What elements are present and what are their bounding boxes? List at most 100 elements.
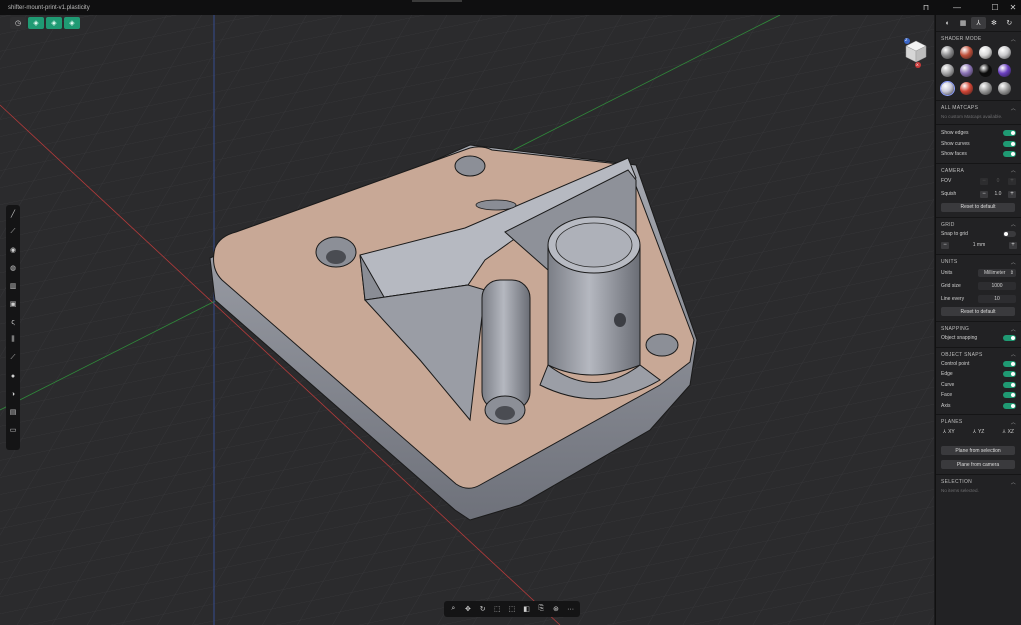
close-button[interactable]: ✕ (1005, 0, 1021, 15)
move-icon[interactable]: ✥ (462, 604, 473, 615)
plane-xy-button[interactable]: ⅄ XY (943, 429, 955, 435)
refresh-icon[interactable]: ↻ (1002, 17, 1017, 29)
matcap-swatch[interactable] (960, 82, 973, 95)
fov-decrement-button[interactable]: − (980, 177, 988, 185)
matcap-swatch[interactable] (941, 64, 954, 77)
display-section: Show edges Show curves Show faces (936, 124, 1021, 163)
extrude-icon[interactable]: ▥ (8, 279, 18, 293)
matcap-swatch[interactable] (941, 46, 954, 59)
settings-icon[interactable]: ✻ (986, 17, 1001, 29)
grid-increment-button[interactable]: + (1009, 241, 1017, 249)
plane-xz-button[interactable]: ⅄ XZ (1003, 429, 1014, 435)
all-matcaps-section: ALL MATCAPS ︿ No custom Matcaps available… (936, 100, 1021, 124)
viewport[interactable] (0, 15, 934, 625)
drag-handle[interactable] (412, 0, 462, 2)
section-title: SNAPPING (941, 326, 970, 332)
plane-from-camera-button[interactable]: Plane from camera (941, 460, 1015, 469)
spiral-icon[interactable]: ς (8, 315, 18, 329)
top-left-toolbar: ◷ ◈ ◈ ◈ (10, 17, 80, 29)
mirror-icon[interactable]: ⫼ (8, 333, 18, 347)
section-title: GRID (941, 221, 955, 228)
rotate-icon[interactable]: ↻ (477, 604, 488, 615)
squish-decrement-button[interactable]: − (980, 190, 988, 198)
line-icon[interactable]: ╱ (8, 207, 18, 221)
sphere-icon[interactable]: ◍ (8, 261, 18, 275)
show-curves-toggle[interactable] (1003, 140, 1016, 147)
line-every-input[interactable]: 10 (978, 294, 1016, 303)
chevron-up-icon[interactable]: ︿ (1011, 36, 1016, 43)
matcap-swatch[interactable] (998, 82, 1011, 95)
squish-increment-button[interactable]: + (1008, 190, 1016, 198)
clip-icon[interactable]: ⎘ (536, 604, 547, 615)
shell-icon[interactable]: ▭ (8, 423, 18, 437)
chevron-up-icon[interactable]: ︿ (1011, 326, 1016, 333)
snap-curve-label: Curve (941, 381, 955, 388)
matcap-swatch[interactable] (979, 64, 992, 77)
xray-icon[interactable]: ⊛ (550, 604, 561, 615)
snap-control-point-toggle[interactable] (1003, 360, 1016, 367)
chevron-up-icon[interactable]: ︿ (1011, 167, 1016, 174)
matcap-swatch[interactable] (940, 81, 955, 96)
matcap-swatch[interactable] (998, 46, 1011, 59)
wire-view-icon[interactable]: ◈ (46, 17, 62, 29)
fov-increment-button[interactable]: + (1008, 177, 1016, 185)
matcap-swatch[interactable] (960, 46, 973, 59)
layers-icon[interactable]: ▦ (955, 17, 970, 29)
globe-icon[interactable]: ◐ (940, 17, 955, 29)
box-icon[interactable]: ▣ (8, 297, 18, 311)
zoom-icon[interactable]: ⌕ (448, 604, 459, 615)
offset-icon[interactable]: ▤ (8, 405, 18, 419)
matcap-swatch[interactable] (960, 64, 973, 77)
matcap-swatch[interactable] (979, 82, 992, 95)
snap-edge-toggle[interactable] (1003, 371, 1016, 378)
section-title: SELECTION (941, 479, 973, 485)
circle-icon[interactable]: ◉ (8, 243, 18, 257)
snap-to-grid-toggle[interactable] (1003, 230, 1016, 237)
solid-view-icon[interactable]: ◈ (28, 17, 44, 29)
show-edges-toggle[interactable] (1003, 130, 1016, 137)
sync-icon[interactable]: ◷ (10, 17, 26, 29)
camera-reset-button[interactable]: Reset to default (941, 202, 1015, 212)
maximize-button[interactable]: ☐ (987, 0, 1003, 15)
viewport-grid (0, 15, 934, 625)
line-every-label: Line every (941, 295, 965, 302)
curve-icon[interactable]: ⟋ (8, 225, 18, 239)
units-label: Units (941, 269, 953, 276)
more-icon[interactable]: ··· (565, 604, 576, 615)
navcube-x-label: X (916, 62, 919, 67)
object-snapping-toggle[interactable] (1003, 335, 1016, 342)
pin-icon[interactable]: ⊓ (918, 0, 934, 15)
chevron-up-icon[interactable]: ︿ (1011, 419, 1016, 426)
face-view-icon[interactable]: ◈ (64, 17, 80, 29)
boolean-icon[interactable]: ◑ (8, 387, 18, 401)
fov-value[interactable]: 0 (990, 178, 1006, 185)
fillet-icon[interactable]: ● (8, 369, 18, 383)
hide-icon[interactable]: ◧ (521, 604, 532, 615)
navigation-cube[interactable]: Z X (903, 37, 929, 68)
grid-decrement-button[interactable]: − (941, 241, 949, 249)
matcap-swatch[interactable] (998, 64, 1011, 77)
units-dropdown[interactable]: Millimeter ⇕ (978, 268, 1016, 277)
grid-spacing-value[interactable]: 1 mm (959, 242, 999, 249)
squish-value[interactable]: 1.0 (990, 191, 1006, 198)
plane-from-selection-button[interactable]: Plane from selection (941, 446, 1015, 455)
grid-size-input[interactable]: 1000 (978, 281, 1016, 290)
snap-face-toggle[interactable] (1003, 392, 1016, 399)
cut-icon[interactable]: ⟋ (8, 351, 18, 365)
isolate-icon[interactable]: ⬚ (506, 604, 517, 615)
minimize-button[interactable]: — (949, 0, 965, 15)
show-faces-toggle[interactable] (1003, 151, 1016, 158)
chevron-up-icon[interactable]: ︿ (1011, 105, 1016, 112)
snap-curve-toggle[interactable] (1003, 381, 1016, 388)
chevron-up-icon[interactable]: ︿ (1011, 479, 1016, 486)
snap-axis-toggle[interactable] (1003, 402, 1016, 409)
chevron-up-icon[interactable]: ︿ (1011, 351, 1016, 358)
frame-icon[interactable]: ⬚ (492, 604, 503, 615)
matcap-swatch[interactable] (979, 46, 992, 59)
plane-yz-button[interactable]: ⅄ YZ (973, 429, 984, 435)
chevron-up-icon[interactable]: ︿ (1011, 259, 1016, 266)
axes-icon[interactable]: ⅄ (970, 17, 987, 29)
units-reset-button[interactable]: Reset to default (941, 307, 1015, 316)
snap-edge-label: Edge (941, 371, 953, 378)
chevron-up-icon[interactable]: ︿ (1011, 221, 1016, 228)
